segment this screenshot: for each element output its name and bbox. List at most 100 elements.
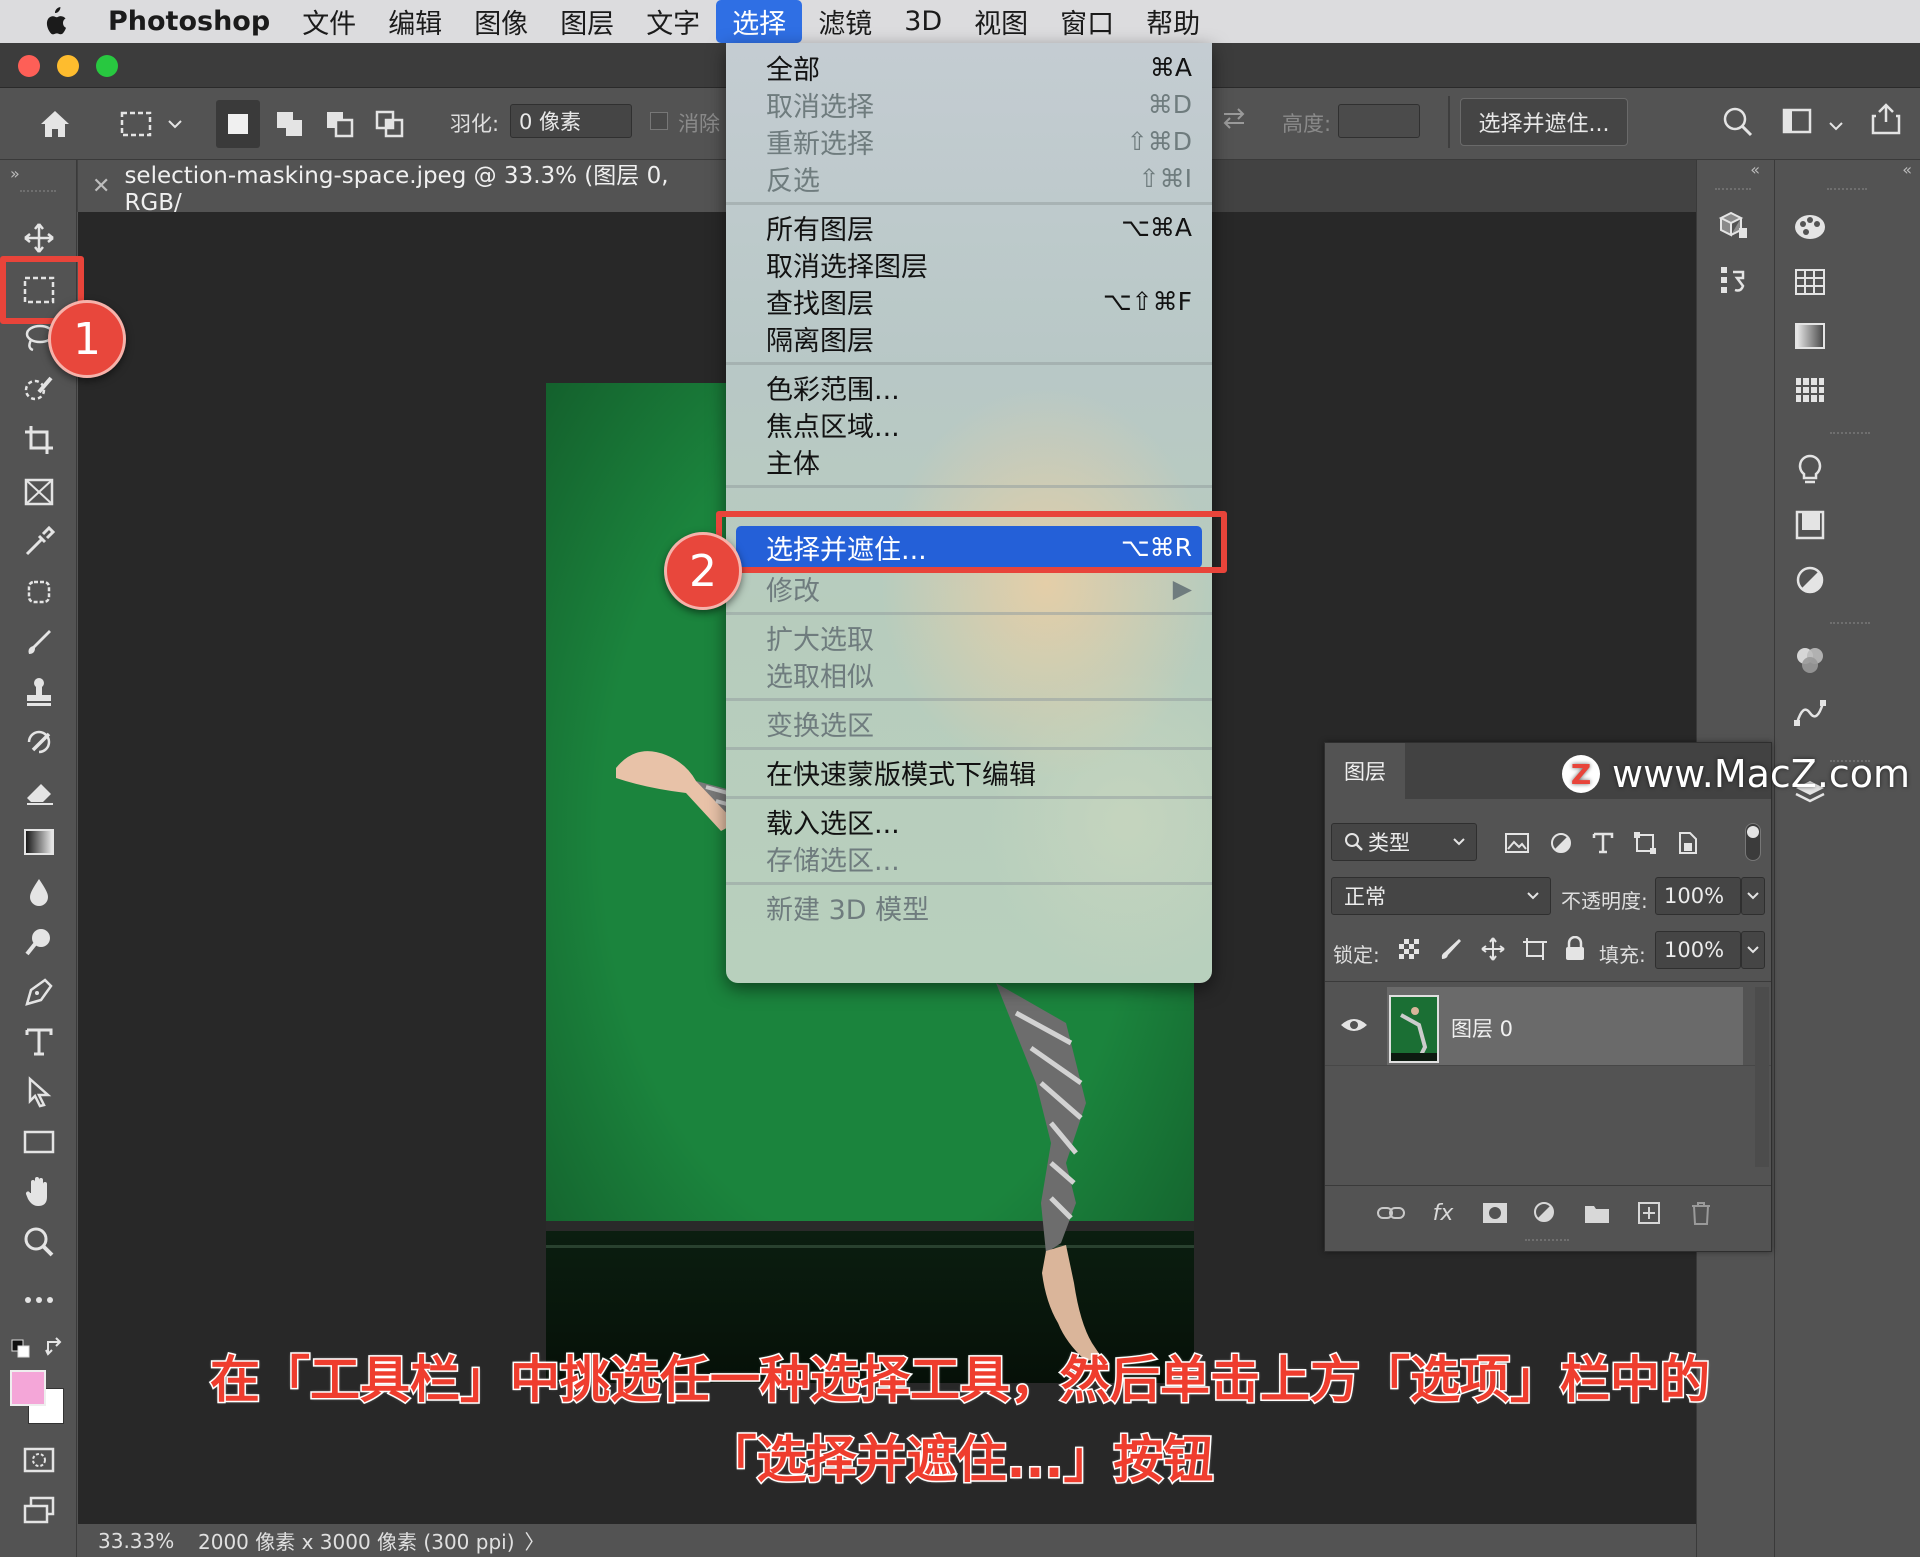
select-menu-item[interactable]: 取消选择 ⌘D <box>726 86 1212 123</box>
menu-view[interactable]: 视图 <box>958 0 1044 43</box>
menu-layer[interactable]: 图层 <box>544 0 630 43</box>
fill-dropdown[interactable] <box>1741 931 1765 969</box>
blend-mode-select[interactable]: 正常 <box>1331 877 1551 915</box>
toolbar-collapse-icon[interactable]: » <box>10 164 20 183</box>
frame-icon[interactable] <box>18 472 60 512</box>
link-icon[interactable] <box>1371 1193 1411 1233</box>
close-window-button[interactable] <box>18 55 40 77</box>
quick-select-icon[interactable] <box>18 370 60 410</box>
zoom-icon[interactable] <box>18 1222 60 1262</box>
menu-image[interactable]: 图像 <box>458 0 544 43</box>
lock-pixels-icon[interactable] <box>1431 929 1471 969</box>
gradient-icon[interactable] <box>18 822 60 862</box>
select-menu-item[interactable]: 存储选区... <box>726 840 1212 877</box>
rectangle-icon[interactable] <box>18 1122 60 1162</box>
move-icon[interactable] <box>18 218 60 258</box>
marquee-icon[interactable] <box>116 88 156 160</box>
select-menu-item[interactable]: 修改 ▶ <box>726 570 1212 607</box>
new-adjustment-icon[interactable] <box>1525 1193 1565 1233</box>
filter-shape-icon[interactable] <box>1625 823 1665 863</box>
filter-adjustment-icon[interactable] <box>1541 823 1581 863</box>
zoom-window-button[interactable] <box>96 55 118 77</box>
select-menu-item[interactable]: 选取相似 <box>726 656 1212 693</box>
swatches-icon[interactable] <box>1790 262 1830 302</box>
swap-icon[interactable] <box>1220 104 1248 136</box>
antialias-checkbox[interactable] <box>650 112 668 130</box>
status-chevron-icon[interactable]: 〉 <box>525 1526 545 1555</box>
eraser-icon[interactable] <box>18 772 60 812</box>
brush-icon[interactable] <box>18 622 60 662</box>
close-tab-icon[interactable]: ✕ <box>92 174 110 199</box>
filter-pixel-icon[interactable] <box>1497 823 1537 863</box>
dock2-grip-3[interactable] <box>1830 622 1870 624</box>
select-menu-item[interactable]: 新建 3D 模型 <box>726 889 1212 926</box>
workspace-icon[interactable] <box>1782 108 1812 138</box>
path-select-icon[interactable] <box>18 1072 60 1112</box>
new-layer-icon[interactable] <box>1629 1193 1669 1233</box>
select-menu-item[interactable]: 重新选择 ⇧⌘D <box>726 123 1212 160</box>
minimize-window-button[interactable] <box>57 55 79 77</box>
menu-type[interactable]: 文字 <box>630 0 716 43</box>
chevron-down-icon[interactable] <box>164 88 186 160</box>
more-icon[interactable] <box>18 1280 60 1320</box>
crop-icon[interactable] <box>18 420 60 460</box>
menu-select[interactable]: 选择 <box>716 0 803 43</box>
adjustments-icon[interactable] <box>1790 560 1830 600</box>
lock-position-icon[interactable] <box>1473 929 1513 969</box>
trash-icon[interactable] <box>1681 1193 1721 1233</box>
filter-type-icon[interactable] <box>1583 823 1623 863</box>
select-menu-item[interactable]: 扩大选取 <box>726 619 1212 656</box>
dock2-collapse-icon[interactable]: « <box>1902 160 1912 179</box>
type-icon[interactable] <box>18 1022 60 1062</box>
libraries-icon[interactable] <box>1790 505 1830 545</box>
select-menu-item[interactable]: 全部 ⌘A <box>726 49 1212 86</box>
opacity-input[interactable]: 100% <box>1655 877 1741 915</box>
menu-3d[interactable]: 3D <box>888 0 958 43</box>
patterns-icon[interactable] <box>1790 370 1830 410</box>
toolbar-grip[interactable] <box>20 190 56 193</box>
select-and-mask-button[interactable]: 选择并遮住... <box>1460 98 1628 146</box>
channels-icon[interactable] <box>1790 640 1830 680</box>
add-mask-icon[interactable] <box>1475 1193 1515 1233</box>
paths-icon[interactable] <box>1790 694 1830 734</box>
layers-scrollbar[interactable] <box>1755 987 1769 1167</box>
select-menu-item[interactable]: 隔离图层 <box>726 320 1212 357</box>
menu-window[interactable]: 窗口 <box>1044 0 1130 43</box>
apple-icon[interactable] <box>40 6 70 37</box>
filter-smart-object-icon[interactable] <box>1667 823 1707 863</box>
new-selection-icon[interactable] <box>216 100 260 148</box>
fx-icon[interactable]: fx <box>1423 1193 1463 1233</box>
3d-panel-icon[interactable] <box>1713 205 1753 245</box>
pen-icon[interactable] <box>18 972 60 1012</box>
intersect-selection-icon[interactable] <box>370 88 410 160</box>
tab-layers[interactable]: 图层 <box>1325 743 1405 799</box>
menu-photoshop[interactable]: Photoshop <box>100 0 286 43</box>
new-group-icon[interactable] <box>1577 1193 1617 1233</box>
workspace-chevron-icon[interactable] <box>1828 116 1844 135</box>
select-menu-item[interactable]: 焦点区域... <box>726 406 1212 443</box>
history-brush-icon[interactable] <box>18 722 60 762</box>
lock-transparent-icon[interactable] <box>1389 929 1429 969</box>
document-tab[interactable]: ✕ selection-masking-space.jpeg @ 33.3% (… <box>78 160 728 216</box>
select-menu-item[interactable]: 色彩范围... <box>726 369 1212 406</box>
home-icon[interactable] <box>34 88 76 160</box>
layers-resize-grip[interactable] <box>1525 1239 1569 1241</box>
lock-all-icon[interactable] <box>1555 929 1595 969</box>
menu-help[interactable]: 帮助 <box>1130 0 1216 43</box>
fill-input[interactable]: 100% <box>1655 931 1741 969</box>
dock2-grip-2[interactable] <box>1830 432 1870 434</box>
screen-mode-icon[interactable] <box>18 1490 60 1530</box>
stamp-icon[interactable] <box>18 672 60 712</box>
history-panel-icon[interactable] <box>1713 260 1753 300</box>
layer-row[interactable]: 图层 0 <box>1387 987 1743 1065</box>
layer-name[interactable]: 图层 0 <box>1451 1013 1513 1043</box>
eyedropper-icon[interactable] <box>18 522 60 562</box>
blur-icon[interactable] <box>18 872 60 912</box>
dock-grip[interactable] <box>1715 188 1751 190</box>
select-menu-item[interactable]: 变换选区 <box>726 705 1212 742</box>
select-menu-item[interactable]: 主体 <box>726 443 1212 480</box>
color-palette-icon[interactable] <box>1790 207 1830 247</box>
zoom-level[interactable]: 33.33% <box>98 1529 188 1553</box>
select-menu-item[interactable]: 所有图层 ⌥⌘A <box>726 209 1212 246</box>
hand-icon[interactable] <box>18 1172 60 1212</box>
